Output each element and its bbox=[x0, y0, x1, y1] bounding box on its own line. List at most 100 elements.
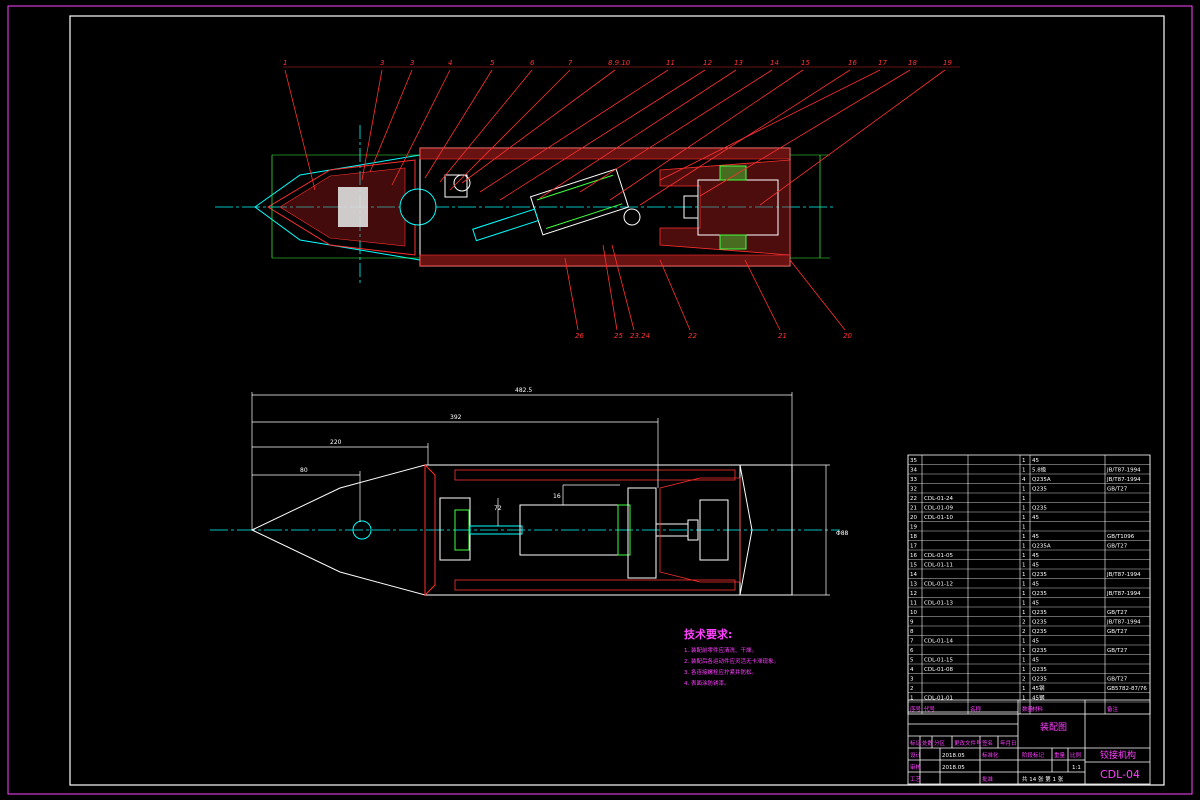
bom-cell: 1 bbox=[910, 696, 914, 702]
bom-cell: GB/T27 bbox=[1107, 629, 1128, 635]
bom-cell: 18 bbox=[910, 534, 917, 540]
dimension-lines bbox=[251, 392, 830, 596]
bom-cell: 1 bbox=[1022, 658, 1026, 664]
bom-cell: JB/T87-1994 bbox=[1106, 477, 1141, 483]
bom-cell: CDL-01-24 bbox=[924, 496, 954, 502]
tb-mark: 标记 bbox=[910, 739, 922, 747]
outer-border bbox=[7, 5, 1193, 795]
bom-header-cell: 材料 bbox=[1032, 705, 1044, 713]
tech-req-item-4: 4. 表面涂防锈漆。 bbox=[684, 679, 730, 687]
bom-cell: 45 bbox=[1032, 563, 1039, 569]
bom-cell: Q235 bbox=[1032, 572, 1047, 578]
leader-top-6: 7 bbox=[568, 59, 573, 67]
leader-bottom-4: 21 bbox=[778, 332, 787, 340]
tb-approve: 批准 bbox=[982, 775, 994, 783]
leader-top-9: 12 bbox=[703, 59, 712, 67]
bom-cell: CDL-01-15 bbox=[924, 658, 954, 664]
bom-cell: 45 bbox=[1032, 601, 1039, 607]
leader-top-5: 6 bbox=[530, 59, 535, 67]
dim-220: 220 bbox=[330, 439, 342, 446]
bom-cell: CDL-01-01 bbox=[924, 696, 953, 702]
bom-cell: 4 bbox=[1022, 477, 1026, 483]
bom-cell: 45钢 bbox=[1032, 684, 1045, 692]
tb-design: 设计 bbox=[910, 751, 922, 759]
bom-cell: 1 bbox=[1022, 506, 1026, 512]
tb-weight: 重量 bbox=[1054, 751, 1066, 759]
bom-cell: GB/T27 bbox=[1107, 677, 1128, 683]
dim-16: 16 bbox=[553, 493, 561, 500]
bom-cell: 1 bbox=[1022, 458, 1026, 464]
bom-cell: 17 bbox=[910, 544, 917, 550]
bom-cell: 45 bbox=[1032, 515, 1039, 521]
bom-cell: 21 bbox=[910, 506, 917, 512]
bom-cell: 22 bbox=[910, 496, 917, 502]
bom-cell: 45 bbox=[1032, 553, 1039, 559]
bom-cell: 32 bbox=[910, 487, 917, 493]
leader-top-8: 11 bbox=[666, 59, 675, 67]
bom-cell: CDL-01-08 bbox=[924, 667, 954, 673]
bom-cell: CDL-01-09 bbox=[924, 506, 954, 512]
bom-cell: 16 bbox=[910, 553, 917, 559]
bom-table: 35 1 4534 1 5.8级 JB/T87-199433 4 Q235A JB/T87-19… bbox=[907, 454, 1151, 715]
tb-standardize: 标准化 bbox=[982, 751, 999, 759]
tb-count: 处数 bbox=[922, 739, 934, 747]
tech-req-item-3: 3. 各连接螺栓应拧紧并防松。 bbox=[684, 668, 757, 676]
bom-cell: 15 bbox=[910, 563, 917, 569]
tb-zone: 分区 bbox=[934, 739, 946, 747]
bom-cell: 7 bbox=[910, 639, 914, 645]
bom-cell: 8 bbox=[910, 629, 914, 635]
leader-top-2: 3 bbox=[410, 59, 414, 67]
bom-cell: 2 bbox=[910, 686, 914, 692]
bom-cell: 1 bbox=[1022, 686, 1026, 692]
tb-code: CDL-04 bbox=[1100, 768, 1140, 781]
bom-cell: Q235 bbox=[1032, 648, 1047, 654]
leader-top-14: 17 bbox=[878, 59, 887, 67]
leader-numbers-top: 1 3 3 4 5 6 7 8.9.10 11 12 13 14 15 16 1… bbox=[283, 59, 952, 67]
dim-overall: 482.5 bbox=[515, 387, 532, 394]
bom-cell: 9 bbox=[910, 620, 914, 626]
tb-title-name: 铰接机构 bbox=[1100, 749, 1136, 761]
tb-check: 审核 bbox=[910, 763, 922, 771]
leader-top-10: 13 bbox=[734, 59, 743, 67]
bom-cell: CDL-01-10 bbox=[924, 515, 954, 521]
bom-cell: 45 bbox=[1032, 458, 1039, 464]
bom-cell: Q235 bbox=[1032, 677, 1047, 683]
bom-cell: Q235 bbox=[1032, 667, 1047, 673]
bom-cell: 2 bbox=[1022, 620, 1026, 626]
tb-checker-date: 2018.05 bbox=[942, 765, 965, 771]
bom-cell: 12 bbox=[910, 591, 917, 597]
bom-cell: Q235 bbox=[1032, 629, 1047, 635]
bom-cell: 45 bbox=[1032, 582, 1039, 588]
tech-req-item-2: 2. 装配后各运动件应灵活无卡滞现象。 bbox=[684, 657, 779, 665]
tb-designer-date: 2018.05 bbox=[942, 753, 965, 759]
dimension-texts: 482.5 392 220 80 72 16 Φ88 bbox=[300, 387, 849, 537]
tb-ratio: 比例 bbox=[1070, 751, 1082, 759]
leader-numbers-bottom: 26 25 23.24 22 21 20 bbox=[575, 332, 852, 340]
bom-cell: CDL-01-11 bbox=[924, 563, 953, 569]
bom-header-cell: 备注 bbox=[1107, 705, 1119, 713]
dim-height: Φ88 bbox=[836, 530, 849, 537]
bom-cell: 1 bbox=[1022, 591, 1026, 597]
leader-top-12: 15 bbox=[801, 59, 810, 67]
bom-cell: 1 bbox=[1022, 515, 1026, 521]
section-view bbox=[215, 125, 835, 285]
bom-cell: CDL-01-12 bbox=[924, 582, 953, 588]
bom-cell: Q235 bbox=[1032, 620, 1047, 626]
title-block-texts: 标记 处数 分区 更改文件号 签名 年月日 设计 2018.05 标准化 审核 … bbox=[910, 721, 1140, 783]
bom-cell: 1 bbox=[1022, 487, 1026, 493]
bom-cell: 14 bbox=[910, 572, 917, 578]
tb-date: 年月日 bbox=[1000, 739, 1017, 747]
bom-cell: 2 bbox=[1022, 629, 1026, 635]
bom-cell: 1 bbox=[1022, 648, 1026, 654]
bom-cell: 5.8级 bbox=[1032, 466, 1047, 474]
bom-cell: 13 bbox=[910, 582, 917, 588]
bom-cell: 1 bbox=[1022, 496, 1026, 502]
tech-requirements: 技术要求: 1. 装配前零件应清洗、干燥。 2. 装配后各运动件应灵活无卡滞现象… bbox=[684, 627, 779, 687]
bom-cell: GB/T27 bbox=[1107, 648, 1128, 654]
leader-top-15: 18 bbox=[908, 59, 917, 67]
tech-req-heading: 技术要求: bbox=[684, 627, 732, 641]
bom-cell: JB/T87-1994 bbox=[1106, 591, 1141, 597]
bom-cell: 33 bbox=[910, 477, 917, 483]
dim-80: 80 bbox=[300, 467, 308, 474]
bom-cell: 45 bbox=[1032, 639, 1039, 645]
